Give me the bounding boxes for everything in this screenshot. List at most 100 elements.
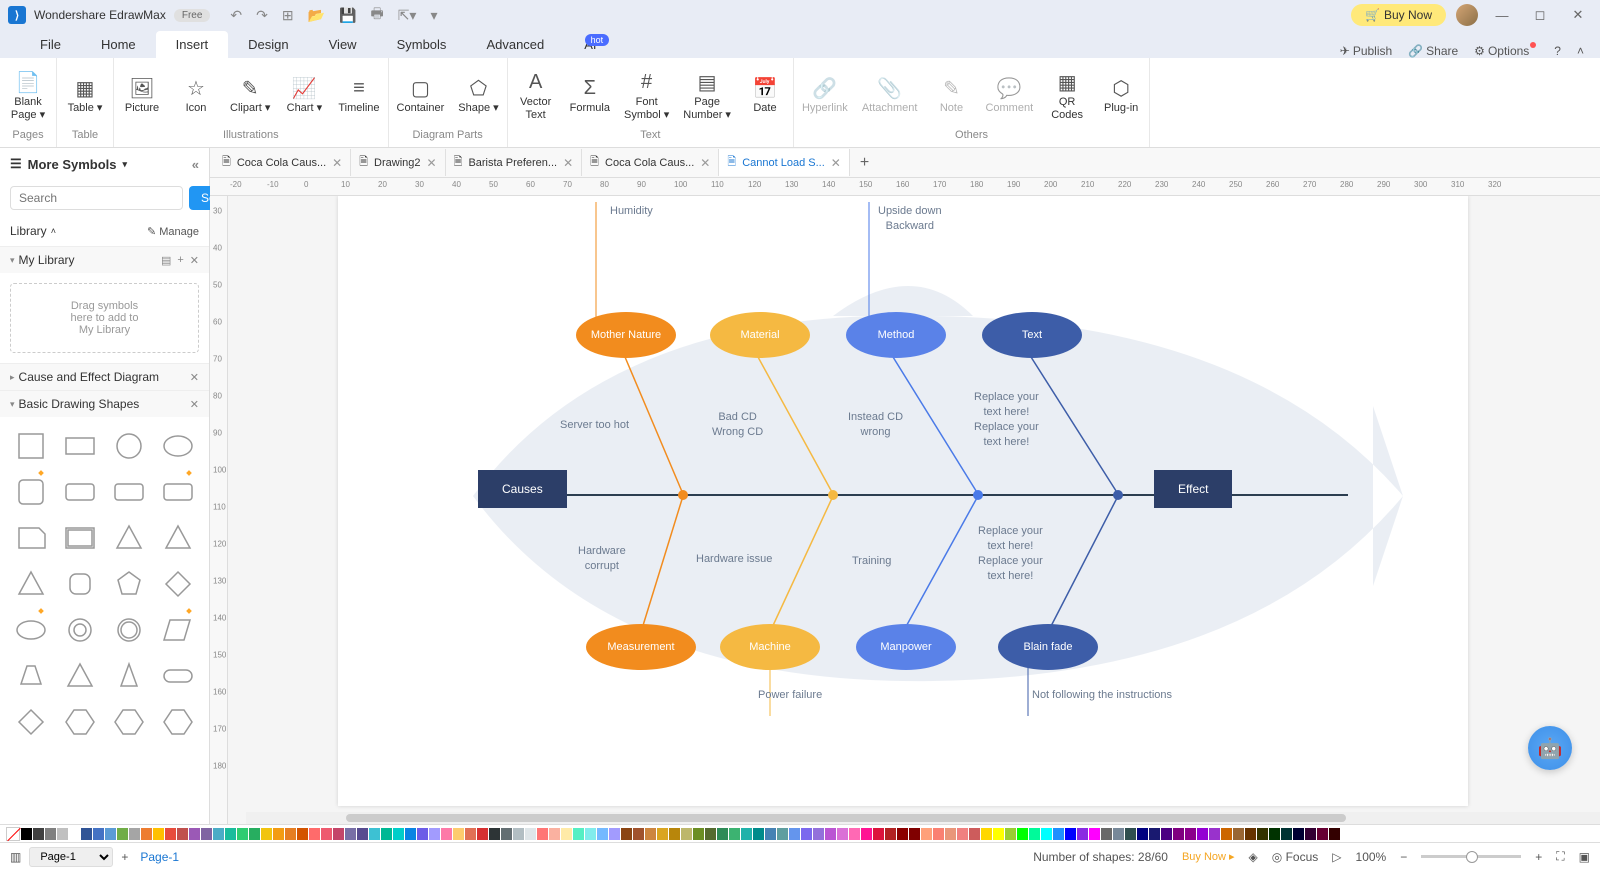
- color-swatch[interactable]: [501, 828, 512, 840]
- color-swatch[interactable]: [237, 828, 248, 840]
- fullscreen-icon[interactable]: ▣: [1579, 850, 1590, 864]
- shape-stencil[interactable]: [158, 703, 199, 741]
- shape-stencil[interactable]: [109, 519, 150, 557]
- color-swatch[interactable]: [1269, 828, 1280, 840]
- shape-stencil[interactable]: [158, 427, 199, 465]
- menu-tab-file[interactable]: File: [20, 31, 81, 58]
- label-replace-top[interactable]: Replace your text here! Replace your tex…: [974, 390, 1039, 449]
- shape-stencil[interactable]: [10, 657, 51, 695]
- color-swatch[interactable]: [177, 828, 188, 840]
- color-swatch[interactable]: [213, 828, 224, 840]
- shape-stencil[interactable]: [158, 611, 199, 649]
- color-swatch[interactable]: [105, 828, 116, 840]
- sidebar-collapse-icon[interactable]: «: [192, 157, 199, 172]
- shape-stencil[interactable]: [59, 611, 100, 649]
- color-swatch[interactable]: [1137, 828, 1148, 840]
- label-instead[interactable]: Instead CD wrong: [848, 410, 903, 440]
- export-icon[interactable]: ⇱▾: [398, 7, 417, 24]
- ribbon-chart-[interactable]: 📈Chart ▾: [284, 76, 324, 114]
- label-training[interactable]: Training: [852, 554, 891, 569]
- menu-tab-view[interactable]: View: [309, 31, 377, 58]
- color-swatch[interactable]: [249, 828, 260, 840]
- doc-tab[interactable]: 🗎Cannot Load S...✕: [719, 149, 849, 176]
- color-swatch[interactable]: [1089, 828, 1100, 840]
- shape-stencil[interactable]: [59, 657, 100, 695]
- color-swatch[interactable]: [489, 828, 500, 840]
- shape-stencil[interactable]: [10, 703, 51, 741]
- menu-tab-design[interactable]: Design: [228, 31, 308, 58]
- qat-more-icon[interactable]: ▾: [430, 7, 437, 24]
- color-swatch[interactable]: [573, 828, 584, 840]
- color-swatch[interactable]: [705, 828, 716, 840]
- print-icon[interactable]: 🖶: [370, 3, 383, 27]
- color-swatch[interactable]: [441, 828, 452, 840]
- color-swatch[interactable]: [333, 828, 344, 840]
- ribbon-shape-[interactable]: ⬠Shape ▾: [458, 76, 498, 114]
- fit-page-icon[interactable]: ⛶: [1556, 849, 1564, 864]
- color-swatch[interactable]: [33, 828, 44, 840]
- color-swatch[interactable]: [621, 828, 632, 840]
- color-swatch[interactable]: [225, 828, 236, 840]
- color-swatch[interactable]: [861, 828, 872, 840]
- maximize-icon[interactable]: ◻: [1526, 7, 1554, 23]
- cat-text[interactable]: Text: [982, 312, 1082, 358]
- color-swatch[interactable]: [537, 828, 548, 840]
- color-swatch[interactable]: [417, 828, 428, 840]
- ribbon-table-[interactable]: ▦Table ▾: [65, 76, 105, 114]
- options-button[interactable]: ⚙ Options: [1474, 44, 1538, 58]
- color-swatch[interactable]: [1197, 828, 1208, 840]
- section-close-icon[interactable]: ✕: [190, 398, 199, 411]
- shape-stencil[interactable]: [10, 473, 51, 511]
- color-swatch[interactable]: [633, 828, 644, 840]
- lib-close-icon[interactable]: ✕: [190, 254, 199, 267]
- ribbon-blank-page-[interactable]: 📄BlankPage ▾: [8, 70, 48, 120]
- ribbon-qr-codes[interactable]: ▦QRCodes: [1047, 70, 1087, 120]
- color-swatch[interactable]: [585, 828, 596, 840]
- color-swatch[interactable]: [1077, 828, 1088, 840]
- color-swatch[interactable]: [801, 828, 812, 840]
- ribbon-vector-text[interactable]: AVectorText: [516, 70, 556, 120]
- shape-stencil[interactable]: [158, 519, 199, 557]
- color-swatch[interactable]: [369, 828, 380, 840]
- color-swatch[interactable]: [465, 828, 476, 840]
- shape-stencil[interactable]: [158, 657, 199, 695]
- no-fill-swatch[interactable]: [6, 827, 20, 841]
- color-swatch[interactable]: [189, 828, 200, 840]
- color-swatch[interactable]: [729, 828, 740, 840]
- color-swatch[interactable]: [741, 828, 752, 840]
- lib-save-icon[interactable]: ▤: [161, 254, 171, 267]
- lib-add-icon[interactable]: +: [177, 254, 183, 267]
- shape-stencil[interactable]: [158, 565, 199, 603]
- share-button[interactable]: 🔗 Share: [1408, 44, 1458, 58]
- color-swatch[interactable]: [981, 828, 992, 840]
- redo-icon[interactable]: ↷: [256, 7, 268, 24]
- color-swatch[interactable]: [45, 828, 56, 840]
- color-swatch[interactable]: [549, 828, 560, 840]
- shape-stencil[interactable]: [109, 611, 150, 649]
- color-swatch[interactable]: [69, 828, 80, 840]
- color-swatch[interactable]: [1233, 828, 1244, 840]
- horizontal-scrollbar[interactable]: [246, 812, 1600, 824]
- color-swatch[interactable]: [405, 828, 416, 840]
- doc-tab-close-icon[interactable]: ✕: [831, 156, 841, 170]
- color-swatch[interactable]: [93, 828, 104, 840]
- symbol-search-input[interactable]: [10, 186, 183, 210]
- doc-tab[interactable]: 🗎Drawing2✕: [351, 149, 445, 176]
- color-swatch[interactable]: [957, 828, 968, 840]
- color-swatch[interactable]: [1257, 828, 1268, 840]
- color-swatch[interactable]: [993, 828, 1004, 840]
- color-swatch[interactable]: [1113, 828, 1124, 840]
- open-icon[interactable]: 📂: [308, 7, 325, 24]
- label-upside[interactable]: Upside down Backward: [878, 204, 942, 234]
- ribbon-formula[interactable]: ΣFormula: [570, 76, 610, 114]
- color-swatch[interactable]: [153, 828, 164, 840]
- present-icon[interactable]: ▷: [1332, 850, 1341, 864]
- color-swatch[interactable]: [81, 828, 92, 840]
- label-replace-bot[interactable]: Replace your text here! Replace your tex…: [978, 524, 1043, 583]
- color-swatch[interactable]: [1053, 828, 1064, 840]
- cat-measurement[interactable]: Measurement: [586, 624, 696, 670]
- color-swatch[interactable]: [57, 828, 68, 840]
- color-swatch[interactable]: [645, 828, 656, 840]
- color-swatch[interactable]: [945, 828, 956, 840]
- cat-blain-fade[interactable]: Blain fade: [998, 624, 1098, 670]
